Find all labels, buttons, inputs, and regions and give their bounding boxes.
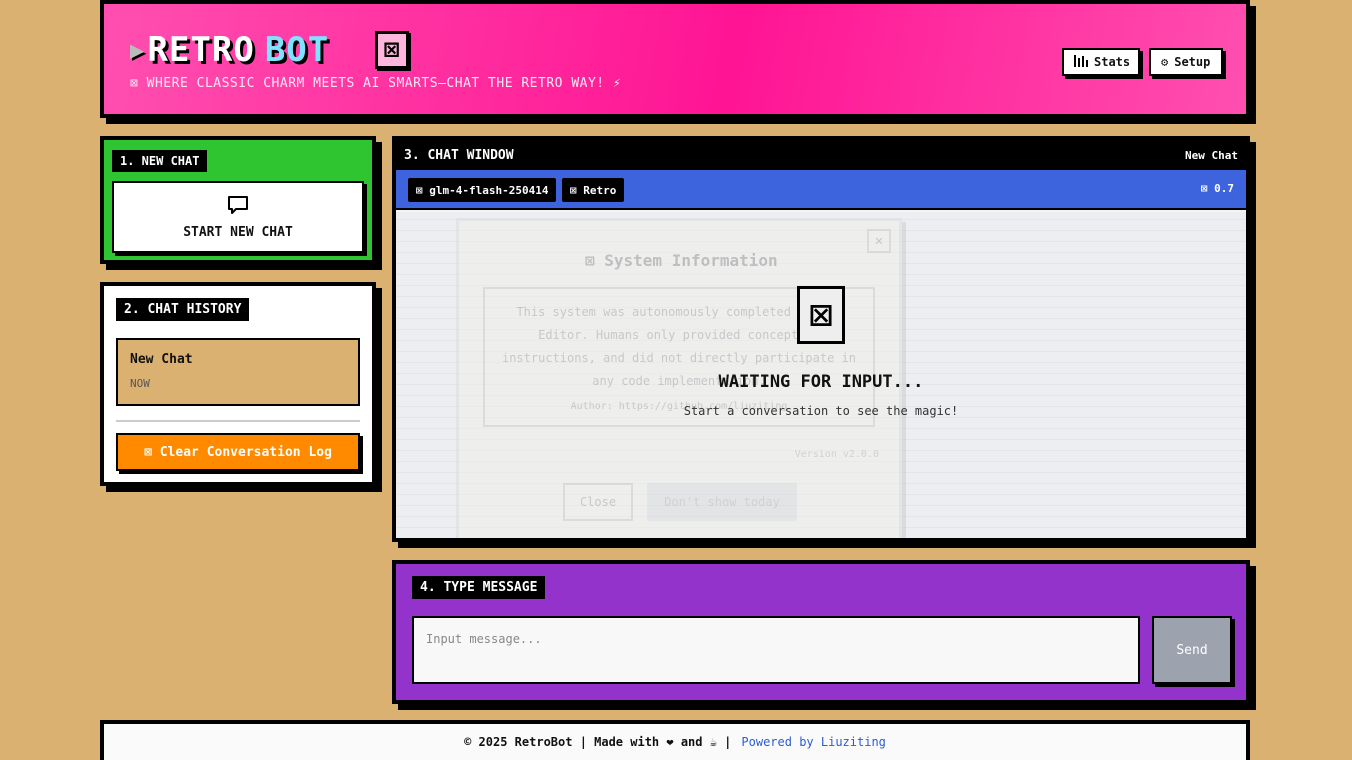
setup-button-label: Setup — [1174, 55, 1211, 69]
history-item[interactable]: New Chat NOW — [116, 338, 360, 406]
app-footer: © 2025 RetroBot | Made with ❤ and ☕ | Po… — [100, 720, 1250, 760]
setup-button[interactable]: ⚙ Setup — [1149, 48, 1223, 76]
waiting-state: ⊠ WAITING FOR INPUT... Start a conversat… — [396, 286, 1246, 418]
history-item-title: New Chat — [130, 352, 193, 367]
new-chat-section-title: 1. NEW CHAT — [112, 150, 208, 172]
style-chip[interactable]: ⊠ Retro — [562, 178, 625, 202]
chat-window: 3. CHAT WINDOW New Chat ⊠ glm-4-flash-25… — [392, 136, 1250, 542]
waiting-subtitle: Start a conversation to see the magic! — [683, 404, 959, 418]
logo-arrow-icon: ▶ — [130, 36, 146, 64]
waiting-title: WAITING FOR INPUT... — [718, 372, 924, 392]
modal-close-button[interactable]: Close — [563, 483, 633, 521]
dont-show-today-button[interactable]: Don't show today — [647, 483, 797, 521]
footer-text: © 2025 RetroBot | Made with ❤ and ☕ | — [464, 735, 732, 749]
chat-settings-bar: ⊠ glm-4-flash-250414 ⊠ Retro ⊠ 0.7 — [396, 170, 1246, 210]
current-chat-name: New Chat — [1185, 148, 1238, 162]
temperature-indicator: ⊠ 0.7 — [1200, 182, 1234, 195]
waiting-box-icon: ⊠ — [797, 286, 845, 344]
app-tagline: ⊠ WHERE CLASSIC CHARM MEETS AI SMARTS—CH… — [130, 76, 622, 91]
send-button[interactable]: Send — [1152, 616, 1232, 684]
chat-messages-area[interactable]: ✕ ⊠ System Information This system was a… — [396, 212, 1246, 538]
stats-button-label: Stats — [1094, 55, 1131, 69]
logo-word-bot: BOT — [264, 30, 330, 70]
logo-word-retro: RETRO — [147, 30, 255, 70]
message-input[interactable] — [412, 616, 1140, 684]
app-header: ▶ RETRO BOT ⊠ ⊠ WHERE CLASSIC CHARM MEET… — [100, 0, 1250, 118]
powered-by-link[interactable]: Powered by Liuziting — [741, 735, 886, 749]
gear-icon: ⚙ — [1161, 55, 1169, 69]
chat-window-section-title: 3. CHAT WINDOW — [404, 147, 514, 163]
stats-button[interactable]: Stats — [1062, 48, 1140, 76]
new-chat-panel: 1. NEW CHAT START NEW CHAT — [100, 136, 376, 264]
chat-bubble-icon — [227, 195, 249, 219]
close-icon[interactable]: ✕ — [867, 229, 891, 253]
chat-window-header: 3. CHAT WINDOW New Chat — [396, 140, 1246, 170]
app-logo: ▶ RETRO BOT ⊠ — [130, 30, 410, 70]
start-new-chat-button[interactable]: START NEW CHAT — [112, 181, 364, 253]
clear-conversation-button[interactable]: ⊠ Clear Conversation Log — [116, 433, 360, 471]
bar-chart-icon — [1074, 54, 1088, 70]
history-item-time: NOW — [130, 377, 150, 390]
system-info-title: ⊠ System Information — [585, 251, 778, 270]
chat-history-panel: 2. CHAT HISTORY New Chat NOW ⊠ Clear Con… — [100, 282, 376, 486]
type-message-section-title: 4. TYPE MESSAGE — [412, 576, 546, 599]
history-divider — [116, 420, 360, 422]
start-new-chat-label: START NEW CHAT — [183, 224, 293, 240]
logo-box-icon: ⊠ — [375, 31, 410, 69]
chat-history-section-title: 2. CHAT HISTORY — [116, 298, 250, 321]
type-message-panel: 4. TYPE MESSAGE Send — [392, 560, 1250, 704]
model-chip[interactable]: ⊠ glm-4-flash-250414 — [408, 178, 557, 202]
system-info-version: Version v2.0.0 — [794, 449, 879, 460]
